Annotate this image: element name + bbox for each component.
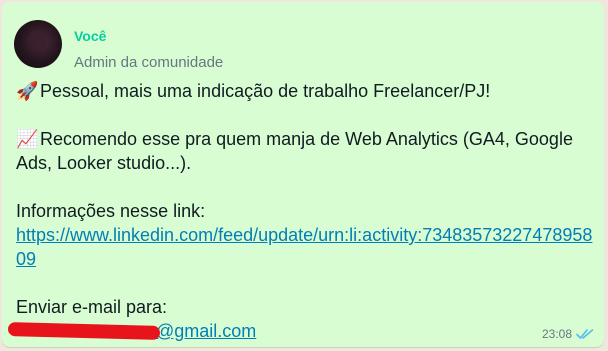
email-link[interactable]: @gmail.com [156,321,256,341]
rocket-icon: 🚀 [16,81,39,101]
message-meta: 23:08 [542,327,594,341]
recommend-text-1: Recomendo esse pra quem manja de Web Ana… [40,129,573,149]
message-line-intro: 🚀Pessoal, mais uma indicação de trabalho… [16,79,592,103]
email-label: Enviar e-mail para: [16,297,168,317]
linkedin-link-part1[interactable]: https://www.linkedin.com/feed/update/urn… [16,223,592,247]
intro-text: Pessoal, mais uma indicação de trabalho … [40,81,491,101]
message-line-recommend: 📈Recomendo esse pra quem manja de Web An… [16,127,592,151]
chart-increasing-icon: 📈 [16,129,39,149]
message-time: 23:08 [541,327,572,341]
message-body: 🚀Pessoal, mais uma indicação de trabalho… [16,79,592,343]
recommend-text-2: Ads, Looker studio...). [16,153,192,173]
message-bubble[interactable]: Você Admin da comunidade 🚀Pessoal, mais … [2,2,604,347]
info-label: Informações nesse link: [16,201,206,221]
linkedin-link-part2[interactable]: 09 [16,247,592,271]
sender-name[interactable]: Você [74,28,106,44]
double-check-read-icon [576,329,594,339]
sender-avatar[interactable] [14,20,62,68]
sender-role: Admin da comunidade [74,54,224,71]
